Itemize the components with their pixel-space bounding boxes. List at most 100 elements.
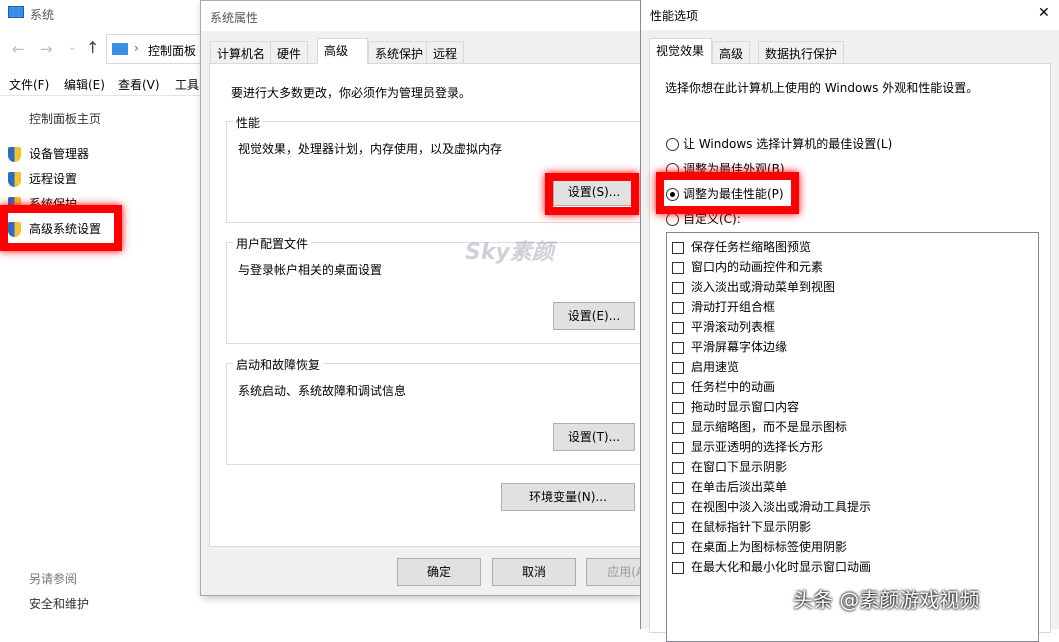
watermark-logo: Sky素颜 <box>465 234 554 266</box>
link-device-manager[interactable]: 设备管理器 <box>8 145 89 162</box>
visual-effect-option[interactable]: 任务栏中的动画 <box>672 378 775 395</box>
computer-icon <box>8 6 24 18</box>
option-label: 保存任务栏缩略图预览 <box>691 240 811 254</box>
visual-effect-option[interactable]: 拖动时显示窗口内容 <box>672 398 799 415</box>
visual-effect-option[interactable]: 淡入淡出或滑动菜单到视图 <box>672 278 835 295</box>
option-label: 显示亚透明的选择长方形 <box>691 440 823 454</box>
visual-effect-option[interactable]: 在单击后淡出菜单 <box>672 478 787 495</box>
visual-effect-option[interactable]: 在鼠标指针下显示阴影 <box>672 518 811 535</box>
option-label: 启用速览 <box>691 360 739 374</box>
link-remote-settings[interactable]: 远程设置 <box>8 170 77 187</box>
tab-hardware[interactable]: 硬件 <box>270 41 308 63</box>
tab-advanced[interactable]: 高级 <box>317 38 368 64</box>
group-desc: 系统启动、系统故障和调试信息 <box>238 382 406 399</box>
visual-effect-option[interactable]: 启用速览 <box>672 358 739 375</box>
radio-icon <box>666 138 679 151</box>
visual-effect-option[interactable]: 显示亚透明的选择长方形 <box>672 438 823 455</box>
checkbox-icon <box>672 262 684 274</box>
watermark-caption: 头条 @素颜游戏视频 <box>793 584 979 613</box>
visual-effect-option[interactable]: 平滑滚动列表框 <box>672 318 775 335</box>
menu-bar: 文件(F) 编辑(E) 查看(V) 工具 <box>0 70 200 96</box>
dialog-title: 系统属性 <box>210 9 258 26</box>
security-maintenance-link[interactable]: 安全和维护 <box>29 595 89 612</box>
visual-effect-option[interactable]: 滑动打开组合框 <box>672 298 775 315</box>
visual-effect-option[interactable]: 在视图中淡入淡出或滑动工具提示 <box>672 498 871 515</box>
menu-edit[interactable]: 编辑(E) <box>64 76 105 93</box>
tab-dep[interactable]: 数据执行保护 <box>758 41 844 63</box>
advanced-panel: 要进行大多数更改，你必须作为管理员登录。 性能 视觉效果，处理器计划，内存使用，… <box>209 63 641 547</box>
visual-effect-option[interactable]: 窗口内的动画控件和元素 <box>672 258 823 275</box>
chevron-down-icon[interactable]: ⌄ <box>68 42 76 53</box>
back-icon[interactable]: ← <box>12 40 25 58</box>
title-bar: 系统属性 <box>201 1 641 31</box>
group-label: 用户配置文件 <box>233 235 311 252</box>
menu-tools[interactable]: 工具 <box>175 76 199 93</box>
shield-icon <box>8 147 21 162</box>
option-label: 在窗口下显示阴影 <box>691 460 787 474</box>
admin-note: 要进行大多数更改，你必须作为管理员登录。 <box>231 84 471 101</box>
checkbox-icon <box>672 462 684 474</box>
visual-effect-option[interactable]: 显示缩略图，而不是显示图标 <box>672 418 847 435</box>
checkbox-icon <box>672 302 684 314</box>
option-label: 平滑屏幕字体边缘 <box>691 340 787 354</box>
menu-file[interactable]: 文件(F) <box>9 76 49 93</box>
system-control-panel-window: 系统 ← → ⌄ ↑ › 控制面板 文件(F) 编辑(E) 查看(V) 工具 控… <box>0 0 200 629</box>
computer-icon <box>112 43 128 55</box>
checkbox-icon <box>672 322 684 334</box>
radio-icon <box>666 213 679 226</box>
option-label: 在视图中淡入淡出或滑动工具提示 <box>691 500 871 514</box>
group-label: 性能 <box>233 114 263 131</box>
radio-label: 自定义(C): <box>683 212 741 226</box>
ok-button[interactable]: 确定 <box>397 558 481 586</box>
environment-variables-button[interactable]: 环境变量(N)... <box>501 483 635 511</box>
chevron-right-icon: › <box>134 41 139 55</box>
option-label: 淡入淡出或滑动菜单到视图 <box>691 280 835 294</box>
visual-effect-option[interactable]: 保存任务栏缩略图预览 <box>672 238 811 255</box>
checkbox-icon <box>672 242 684 254</box>
checkbox-icon <box>672 522 684 534</box>
checkbox-icon <box>672 502 684 514</box>
window-title: 系统 <box>30 6 54 23</box>
checkbox-icon <box>672 282 684 294</box>
highlight-box <box>0 205 122 251</box>
tab-computer-name[interactable]: 计算机名 <box>210 41 272 63</box>
group-label: 启动和故障恢复 <box>233 356 323 373</box>
tab-advanced[interactable]: 高级 <box>712 41 750 63</box>
visual-effect-option[interactable]: 在桌面上为图标标签使用阴影 <box>672 538 847 555</box>
user-profiles-settings-button[interactable]: 设置(E)... <box>553 302 635 330</box>
checkbox-icon <box>672 402 684 414</box>
breadcrumb[interactable]: 控制面板 <box>148 42 196 59</box>
checkbox-icon <box>672 362 684 374</box>
system-properties-dialog: 系统属性 计算机名 硬件 高级 系统保护 远程 要进行大多数更改，你必须作为管理… <box>200 0 641 596</box>
startup-settings-button[interactable]: 设置(T)... <box>553 423 635 451</box>
option-label: 窗口内的动画控件和元素 <box>691 260 823 274</box>
radio-label: 让 Windows 选择计算机的最佳设置(L) <box>683 137 892 151</box>
option-label: 在鼠标指针下显示阴影 <box>691 520 811 534</box>
tab-system-protection[interactable]: 系统保护 <box>368 41 430 63</box>
checkbox-icon <box>672 422 684 434</box>
checkbox-icon <box>672 442 684 454</box>
tab-remote[interactable]: 远程 <box>426 41 464 63</box>
visual-effect-option[interactable]: 在最大化和最小化时显示窗口动画 <box>672 558 871 575</box>
see-also-heading: 另请参阅 <box>29 570 77 587</box>
checkbox-icon <box>672 342 684 354</box>
highlight-box <box>545 173 639 215</box>
checkbox-icon <box>672 482 684 494</box>
up-icon[interactable]: ↑ <box>86 38 99 57</box>
menu-view[interactable]: 查看(V) <box>118 76 160 93</box>
control-panel-home-link[interactable]: 控制面板主页 <box>29 110 101 127</box>
address-bar[interactable]: › 控制面板 <box>106 34 200 64</box>
group-desc: 与登录帐户相关的桌面设置 <box>238 261 382 278</box>
cancel-button[interactable]: 取消 <box>492 558 576 586</box>
dialog-title: 性能选项 <box>650 7 698 24</box>
forward-icon[interactable]: → <box>40 40 53 58</box>
highlight-box <box>656 172 799 214</box>
radio-let-windows-choose[interactable]: 让 Windows 选择计算机的最佳设置(L) <box>666 135 892 152</box>
tab-visual-effects[interactable]: 视觉效果 <box>649 38 712 64</box>
close-icon[interactable]: ✕ <box>1038 5 1050 21</box>
checkbox-icon <box>672 542 684 554</box>
group-desc: 视觉效果，处理器计划，内存使用，以及虚拟内存 <box>238 140 502 157</box>
option-label: 任务栏中的动画 <box>691 380 775 394</box>
visual-effect-option[interactable]: 在窗口下显示阴影 <box>672 458 787 475</box>
visual-effect-option[interactable]: 平滑屏幕字体边缘 <box>672 338 787 355</box>
